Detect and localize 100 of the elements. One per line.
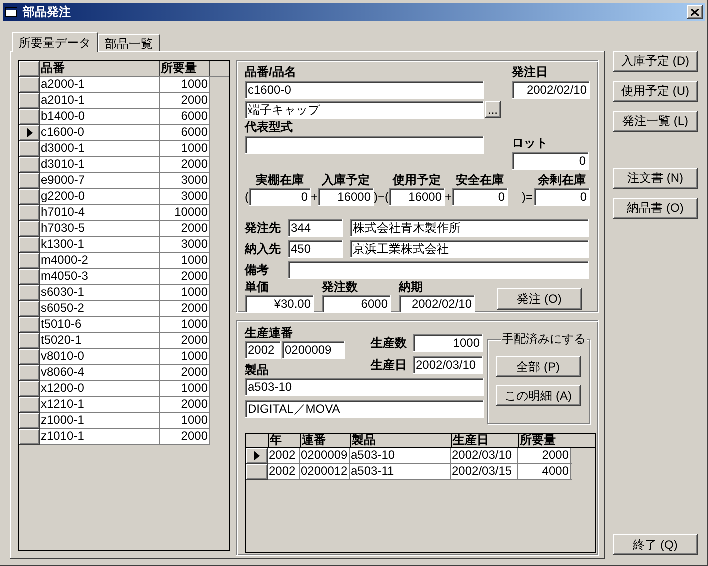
row-header[interactable] [19,93,40,109]
row-header[interactable] [19,429,40,445]
row-header[interactable] [246,464,268,480]
column-header: 生産日 [451,434,518,447]
input-field[interactable]: 2002/02/10 [512,81,590,99]
row-header[interactable] [19,125,40,141]
row-header[interactable] [19,333,40,349]
table-cell: t5020-1 [40,333,160,348]
order-button[interactable]: 発注 (O) [497,288,582,310]
input-field[interactable]: 2002/02/10 [399,295,475,313]
side-button[interactable]: 入庫予定 (D) [613,50,698,72]
row-header[interactable] [19,269,40,285]
input-field[interactable]: 1000 [413,334,483,352]
row-header[interactable] [19,221,40,237]
input-field[interactable]: c1600-0 [245,81,484,99]
table-cell: a2010-1 [40,93,160,108]
field-label: 製品 [245,364,270,377]
input-field[interactable]: 16000 [318,188,374,206]
row-header[interactable] [19,317,40,333]
row-header[interactable] [19,205,40,221]
table-cell: e9000-7 [40,173,160,188]
table-cell: m4050-3 [40,269,160,284]
operator: )−( [374,189,390,206]
input-field[interactable]: ¥30.00 [245,295,314,313]
input-field[interactable] [245,136,484,154]
table-cell: 0200009 [300,448,350,463]
input-field[interactable]: 0 [512,152,589,170]
close-button[interactable] [687,5,703,19]
table-cell: 2000 [160,429,210,444]
operator: )= [520,189,534,206]
input-field[interactable] [288,261,589,279]
input-field[interactable]: 0 [249,188,311,206]
mark-arranged-button[interactable]: 全部 (P) [496,356,581,377]
row-header[interactable] [19,301,40,317]
input-field[interactable]: 端子キャップ [245,101,484,119]
table-cell: 10000 [160,205,210,220]
row-header[interactable] [19,285,40,301]
input-field[interactable]: 2002 [245,341,281,359]
row-header[interactable] [19,253,40,269]
field-label: 実棚在庫 [256,174,304,187]
side-button[interactable]: 納品書 (O) [613,198,698,218]
table-cell: 3000 [160,237,210,252]
side-button[interactable]: 使用予定 (U) [613,80,698,102]
input-field[interactable]: 株式会社青木製作所 [350,219,589,237]
input-field[interactable]: 6000 [322,295,391,313]
input-field[interactable]: 16000 [389,188,446,206]
row-header[interactable] [19,349,40,365]
table-cell: m4000-2 [40,253,160,268]
table-cell: 2000 [518,448,571,463]
field-label: 使用予定 [393,174,442,187]
field-label: 発注日 [512,66,549,79]
input-field[interactable]: DIGITAL／MOVA [245,400,484,418]
window-title: 部品発注 [23,4,72,21]
browse-button[interactable]: ... [485,101,501,118]
field-label: 安全在庫 [456,174,504,187]
row-header[interactable] [19,237,40,253]
field-label: 備考 [245,264,270,276]
table-cell: 2000 [160,93,210,108]
row-header[interactable] [246,448,268,464]
field-label: 生産連番 [245,327,294,340]
table-cell: 2002 [268,464,300,479]
row-header[interactable] [19,157,40,173]
row-header[interactable] [19,413,40,429]
field-label: 発注数 [322,281,359,294]
tab[interactable]: 所要量データ [12,32,98,52]
table-cell: 1000 [160,141,210,156]
input-field[interactable]: 0 [452,188,508,206]
table-cell: a503-11 [350,464,451,479]
field-label: 入庫予定 [322,174,370,187]
table-cell: z1000-1 [40,413,160,428]
operator: + [311,189,318,206]
input-field[interactable]: a503-10 [245,378,484,396]
row-header[interactable] [19,77,40,93]
table-cell: t5010-6 [40,317,160,332]
tab[interactable]: 部品一覧 [98,34,160,51]
row-header[interactable] [19,109,40,125]
input-field[interactable]: 0 [534,188,590,206]
row-header[interactable] [19,173,40,189]
column-header: 品番 [40,61,160,76]
table-cell: 1000 [160,77,210,92]
row-header[interactable] [19,141,40,157]
row-header[interactable] [19,381,40,397]
exit-button[interactable]: 終了 (Q) [613,534,698,555]
table-cell: 2002/03/10 [451,448,518,463]
input-field[interactable]: 450 [288,240,343,258]
input-field[interactable]: 京浜工業株式会社 [350,240,589,258]
side-button[interactable]: 注文書 (N) [613,168,698,188]
row-header[interactable] [19,365,40,381]
operator: ( [245,189,249,206]
table-cell: 2002/03/15 [451,464,518,479]
input-field[interactable]: 344 [288,219,343,237]
input-field[interactable]: 0200009 [282,341,345,359]
side-button[interactable]: 発注一覧 (L) [613,110,698,132]
row-header[interactable] [19,397,40,413]
table-cell: v8010-0 [40,349,160,364]
row-header[interactable] [19,189,40,205]
mark-arranged-button[interactable]: この明細 (A) [496,385,581,406]
table-cell: a2000-1 [40,77,160,92]
input-field[interactable]: 2002/03/10 [413,356,483,374]
table-cell: c1600-0 [40,125,160,140]
